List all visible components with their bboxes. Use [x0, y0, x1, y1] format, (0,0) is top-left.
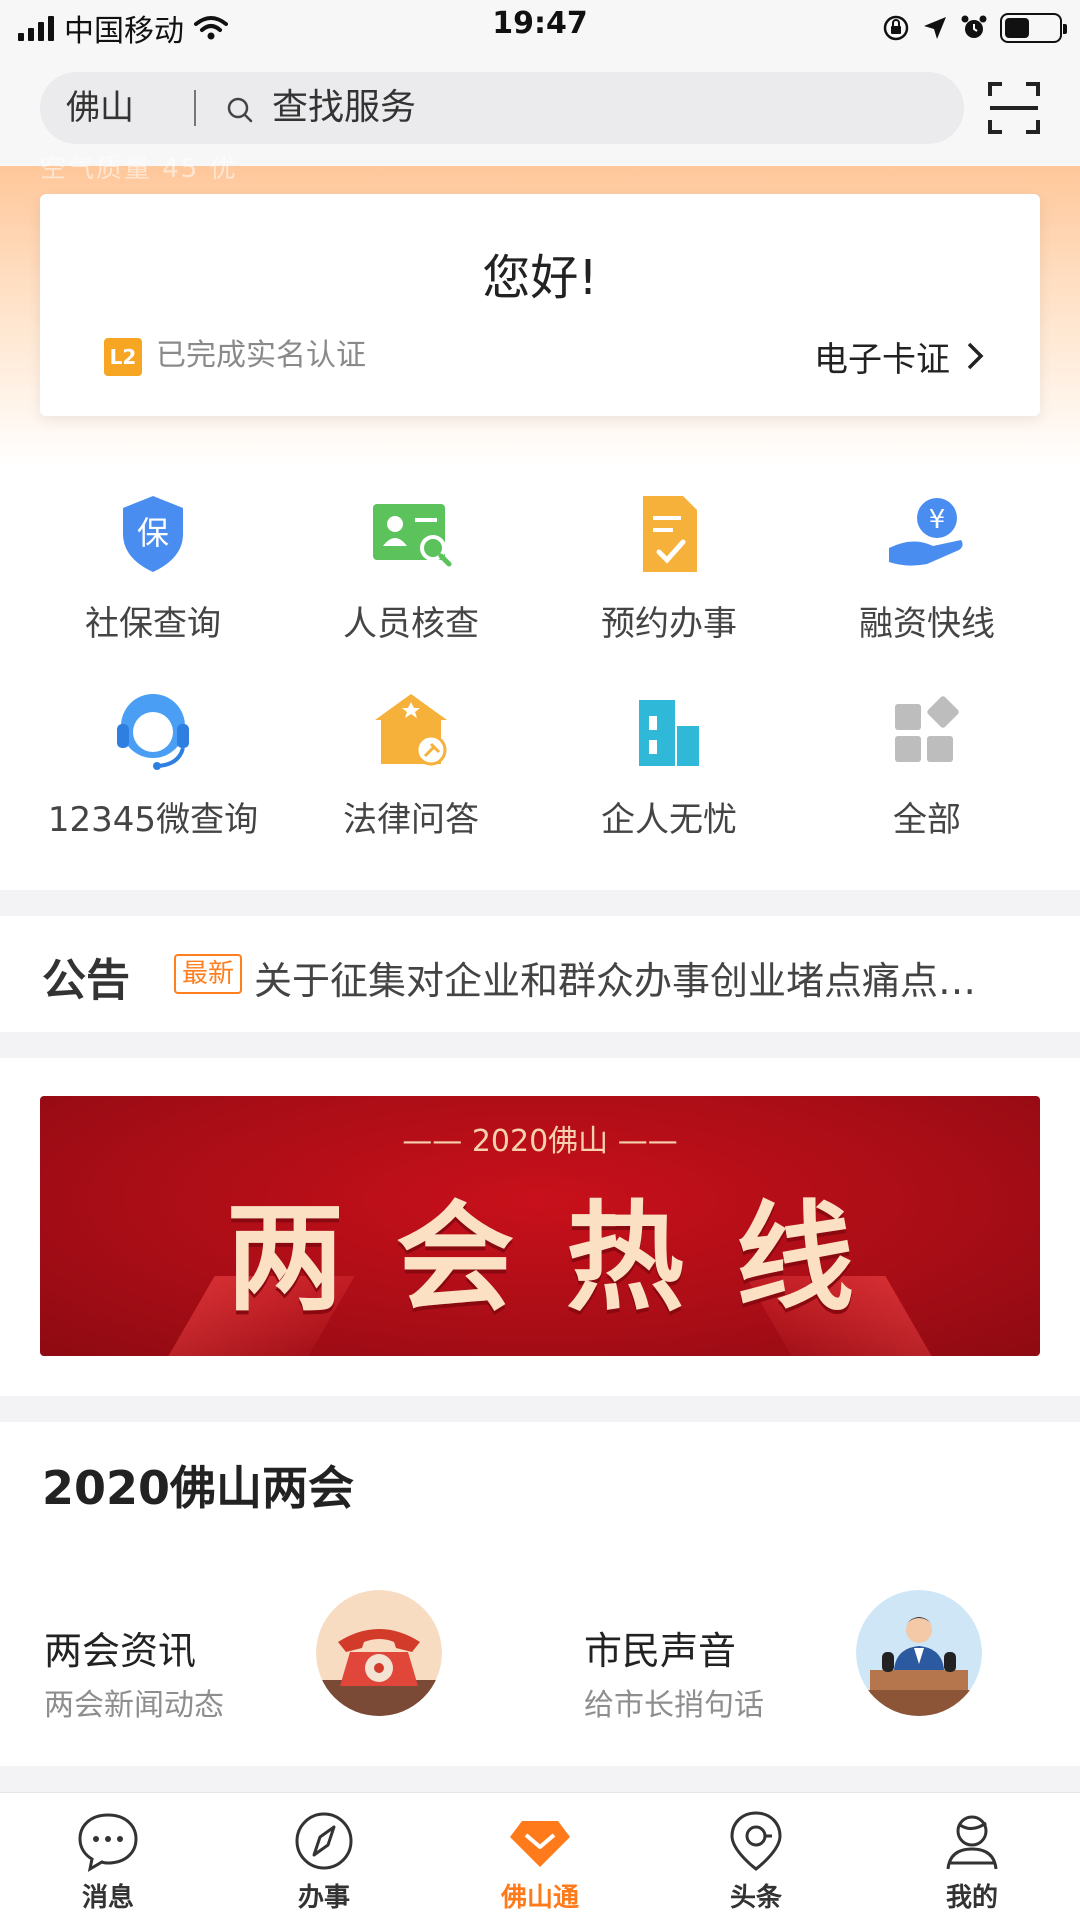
feature-subtitle: 给市长捎句话 [584, 1688, 764, 1723]
notice-title: 公告 [42, 955, 130, 1006]
tab-headlines[interactable]: 头条 [648, 1793, 864, 1921]
location-pin-icon [730, 1811, 782, 1871]
service-enterprise[interactable]: 企人无忧 [540, 676, 798, 856]
search-divider [194, 90, 196, 126]
id-search-icon [373, 504, 452, 567]
section-title: 2020佛山两会 [42, 1461, 355, 1515]
service-all[interactable]: 全部 [798, 676, 1056, 856]
headset-icon [117, 694, 189, 770]
building-icon [639, 700, 699, 766]
service-legal-qa[interactable]: 法律问答 [282, 676, 540, 856]
notice-tag: 最新 [174, 954, 243, 994]
banner-subtitle: —— 2020佛山 —— [402, 1124, 678, 1159]
service-label: 融资快线 [859, 604, 995, 644]
feature-subtitle: 两会新闻动态 [44, 1688, 224, 1723]
tab-foshantong[interactable]: 佛山通 [432, 1793, 648, 1921]
air-quality-text: 空气质量 45 优 [40, 154, 238, 184]
greeting: 您好! [482, 250, 598, 306]
service-12345[interactable]: 12345微查询 [24, 676, 282, 856]
status-bar: 中国移动 19:47 [0, 0, 1080, 56]
speaker-podium-icon [856, 1590, 982, 1716]
court-icon [375, 694, 447, 766]
tab-label: 头条 [729, 1883, 782, 1913]
tab-services[interactable]: 办事 [216, 1793, 432, 1921]
compass-icon [295, 1812, 353, 1870]
hand-coin-icon: ¥ [889, 498, 963, 566]
ecard-label: 电子卡证 [814, 339, 950, 380]
service-label: 全部 [893, 800, 961, 840]
section-separator [0, 1032, 1080, 1058]
banner-lianghui-hotline[interactable]: —— 2020佛山 —— 两会热线 [40, 1096, 1040, 1356]
status-right [882, 8, 1067, 48]
service-label: 法律问答 [343, 800, 479, 840]
search-bar[interactable]: 佛山 查找服务 [40, 72, 964, 144]
section-separator [0, 1396, 1080, 1422]
rotation-lock-icon [883, 15, 909, 41]
tab-label: 佛山通 [500, 1883, 579, 1913]
service-social-security[interactable]: 保 社保查询 [24, 480, 282, 660]
grid-icon [895, 696, 959, 762]
document-check-icon [643, 496, 697, 572]
svg-text:保: 保 [137, 514, 169, 552]
city-selector[interactable]: 佛山 [66, 72, 134, 144]
alarm-icon [961, 15, 987, 38]
feature-citizen-voice[interactable]: 市民声音 给市长捎句话 [540, 1580, 1080, 1730]
battery-icon [1000, 13, 1067, 43]
service-label: 人员核查 [343, 604, 479, 644]
tab-mine[interactable]: 我的 [864, 1793, 1080, 1921]
user-card[interactable]: 您好! L2 已完成实名认证 电子卡证 [40, 194, 1040, 416]
service-financing[interactable]: ¥ 融资快线 [798, 480, 1056, 660]
service-personnel-check[interactable]: 人员核查 [282, 480, 540, 660]
scan-icon[interactable] [988, 82, 1040, 134]
bottom-tab-bar: 消息 办事 佛山通 头条 我的 [0, 1792, 1080, 1920]
feature-title: 两会资讯 [44, 1629, 197, 1673]
service-label: 社保查询 [85, 604, 221, 644]
service-label: 预约办事 [601, 604, 737, 644]
chat-bubble-icon [78, 1813, 138, 1872]
notice-bar[interactable]: 公告 最新 关于征集对企业和群众办事创业堵点痛点… [0, 916, 1080, 1032]
feature-lianghui-news[interactable]: 两会资讯 两会新闻动态 [0, 1580, 540, 1730]
section-separator [0, 1766, 1080, 1792]
tab-label: 我的 [945, 1883, 998, 1913]
section-separator [0, 890, 1080, 916]
service-label: 12345微查询 [47, 800, 259, 840]
feature-title: 市民声音 [584, 1629, 737, 1673]
chevron-right-icon [967, 342, 984, 370]
service-appointment[interactable]: 预约办事 [540, 480, 798, 660]
service-label: 企人无忧 [601, 800, 737, 840]
diamond-icon [510, 1821, 570, 1867]
level-badge: L2 [104, 338, 142, 376]
telephone-icon [316, 1590, 442, 1716]
tab-label: 办事 [297, 1883, 350, 1913]
svg-text:¥: ¥ [929, 505, 946, 535]
shield-icon: 保 [123, 496, 183, 572]
banner-title: 两会热线 [225, 1189, 906, 1327]
tab-messages[interactable]: 消息 [0, 1793, 216, 1921]
user-icon [946, 1815, 998, 1870]
ecard-link[interactable]: 电子卡证 [814, 334, 984, 380]
location-arrow-icon [924, 17, 946, 39]
service-grid: 保 社保查询 人员核查 预约办事 ¥ 融资快线 12345微查询 法律问答 企人… [0, 480, 1080, 880]
search-icon [227, 97, 253, 123]
verification-status: 已完成实名认证 [156, 338, 366, 373]
search-input[interactable]: 查找服务 [272, 72, 416, 144]
tab-label: 消息 [81, 1883, 134, 1913]
notice-text[interactable]: 关于征集对企业和群众办事创业堵点痛点… [254, 950, 1054, 1005]
